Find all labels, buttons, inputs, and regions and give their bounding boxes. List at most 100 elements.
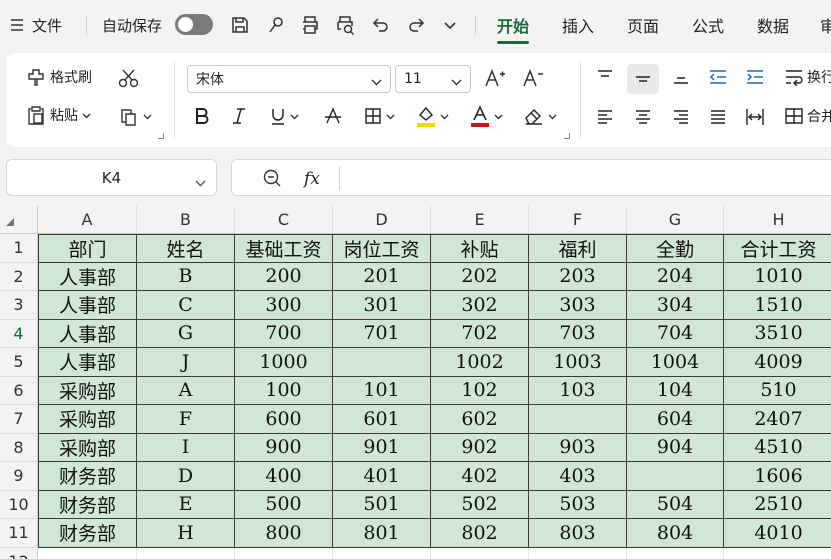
row-header-9[interactable]: 9 [0, 462, 38, 491]
cell-c11[interactable]: 800 [235, 519, 333, 548]
cell-c8[interactable]: 900 [235, 433, 333, 462]
autosave-toggle[interactable] [175, 14, 213, 35]
header-cell-b[interactable]: 姓名 [137, 234, 235, 263]
column-header-h[interactable]: H [724, 206, 831, 234]
quick-access-chevron-icon[interactable] [443, 0, 457, 50]
cell-b6[interactable]: A [137, 376, 235, 405]
formula-input[interactable] [348, 164, 828, 191]
cell-b9[interactable]: D [137, 462, 235, 491]
cell-d10[interactable]: 501 [333, 490, 431, 519]
zoom-search-icon[interactable] [262, 168, 282, 192]
column-header-f[interactable]: F [529, 206, 627, 234]
cell-d8[interactable]: 901 [333, 433, 431, 462]
row-header-11[interactable]: 11 [0, 519, 38, 548]
cell-g4[interactable]: 704 [627, 319, 724, 348]
cell-a9[interactable]: 财务部 [38, 462, 137, 491]
cell-d9[interactable]: 401 [333, 462, 431, 491]
cell-g10[interactable]: 504 [627, 490, 724, 519]
cell-e10[interactable]: 502 [431, 490, 529, 519]
cell-a10[interactable]: 财务部 [38, 490, 137, 519]
header-cell-h[interactable]: 合计工资 [724, 234, 831, 263]
cell-c5[interactable]: 1000 [235, 348, 333, 377]
paste-button[interactable]: 粘贴 [26, 105, 91, 125]
cell-g5[interactable]: 1004 [627, 348, 724, 377]
cell-e4[interactable]: 702 [431, 319, 529, 348]
strikethrough-icon[interactable] [324, 107, 342, 125]
cell-f4[interactable]: 703 [529, 319, 627, 348]
font-name-select[interactable]: 宋体 [187, 65, 391, 93]
cell-c2[interactable]: 200 [235, 262, 333, 291]
bold-icon[interactable] [194, 107, 210, 125]
cell-d11[interactable]: 801 [333, 519, 431, 548]
row-header-3[interactable]: 3 [0, 291, 38, 320]
cell-g3[interactable]: 304 [627, 291, 724, 320]
cell-e8[interactable]: 902 [431, 433, 529, 462]
tab-data[interactable]: 数据 [757, 0, 789, 50]
distributed-align-icon[interactable] [745, 107, 765, 127]
header-cell-a[interactable]: 部门 [38, 234, 137, 263]
tab-page[interactable]: 页面 [627, 0, 659, 50]
insert-function-button[interactable]: fx [304, 169, 320, 189]
cell-f2[interactable]: 203 [529, 262, 627, 291]
cell-f9[interactable]: 403 [529, 462, 627, 491]
justify-icon[interactable] [709, 109, 727, 125]
row-header-10[interactable]: 10 [0, 490, 38, 519]
cell-f8[interactable]: 903 [529, 433, 627, 462]
print-preview-icon[interactable] [335, 0, 357, 50]
increase-indent-icon[interactable] [745, 69, 765, 85]
cell-b11[interactable]: H [137, 519, 235, 548]
cell-h9[interactable]: 1606 [724, 462, 831, 491]
cell-e6[interactable]: 102 [431, 376, 529, 405]
cell-g12[interactable] [627, 547, 724, 559]
cell-h12[interactable] [724, 547, 831, 559]
header-cell-g[interactable]: 全勤 [627, 234, 724, 263]
align-left-icon[interactable] [596, 109, 614, 125]
borders-button[interactable] [364, 107, 395, 125]
increase-font-size-icon[interactable] [484, 68, 506, 88]
redo-icon[interactable] [406, 0, 426, 50]
row-header-12[interactable]: 12 [0, 547, 38, 559]
cell-f10[interactable]: 503 [529, 490, 627, 519]
row-header-4[interactable]: 4 [0, 319, 38, 348]
cell-g9[interactable] [627, 462, 724, 491]
column-header-c[interactable]: C [235, 206, 333, 234]
italic-icon[interactable] [231, 107, 247, 125]
cell-h10[interactable]: 2510 [724, 490, 831, 519]
header-cell-f[interactable]: 福利 [529, 234, 627, 263]
row-header-2[interactable]: 2 [0, 262, 38, 291]
font-size-select[interactable]: 11 [395, 65, 471, 93]
cell-a3[interactable]: 人事部 [38, 291, 137, 320]
font-color-button[interactable] [470, 105, 503, 127]
decrease-indent-icon[interactable] [708, 69, 728, 85]
align-middle-icon[interactable] [627, 64, 659, 94]
cut-icon[interactable] [118, 68, 140, 88]
cell-h2[interactable]: 1010 [724, 262, 831, 291]
row-header-5[interactable]: 5 [0, 348, 38, 377]
cell-g8[interactable]: 904 [627, 433, 724, 462]
align-top-icon[interactable] [596, 69, 614, 85]
font-dialog-launcher[interactable] [564, 133, 570, 139]
cell-a6[interactable]: 采购部 [38, 376, 137, 405]
column-header-a[interactable]: A [38, 206, 137, 234]
row-header-7[interactable]: 7 [0, 405, 38, 434]
cell-h5[interactable]: 4009 [724, 348, 831, 377]
cell-e11[interactable]: 802 [431, 519, 529, 548]
cell-h11[interactable]: 4010 [724, 519, 831, 548]
cell-d3[interactable]: 301 [333, 291, 431, 320]
clipboard-dialog-launcher[interactable] [158, 133, 164, 139]
cell-g7[interactable]: 604 [627, 405, 724, 434]
underline-button[interactable] [270, 107, 299, 125]
fill-color-button[interactable] [416, 105, 449, 127]
cell-a4[interactable]: 人事部 [38, 319, 137, 348]
cell-c9[interactable]: 400 [235, 462, 333, 491]
cell-a5[interactable]: 人事部 [38, 348, 137, 377]
cell-a8[interactable]: 采购部 [38, 433, 137, 462]
cell-a2[interactable]: 人事部 [38, 262, 137, 291]
cell-d12[interactable] [333, 547, 431, 559]
cell-b8[interactable]: I [137, 433, 235, 462]
cell-c12[interactable] [235, 547, 333, 559]
tab-home[interactable]: 开始 [497, 0, 530, 50]
cell-b2[interactable]: B [137, 262, 235, 291]
select-all-corner[interactable] [0, 206, 38, 234]
cell-c7[interactable]: 600 [235, 405, 333, 434]
